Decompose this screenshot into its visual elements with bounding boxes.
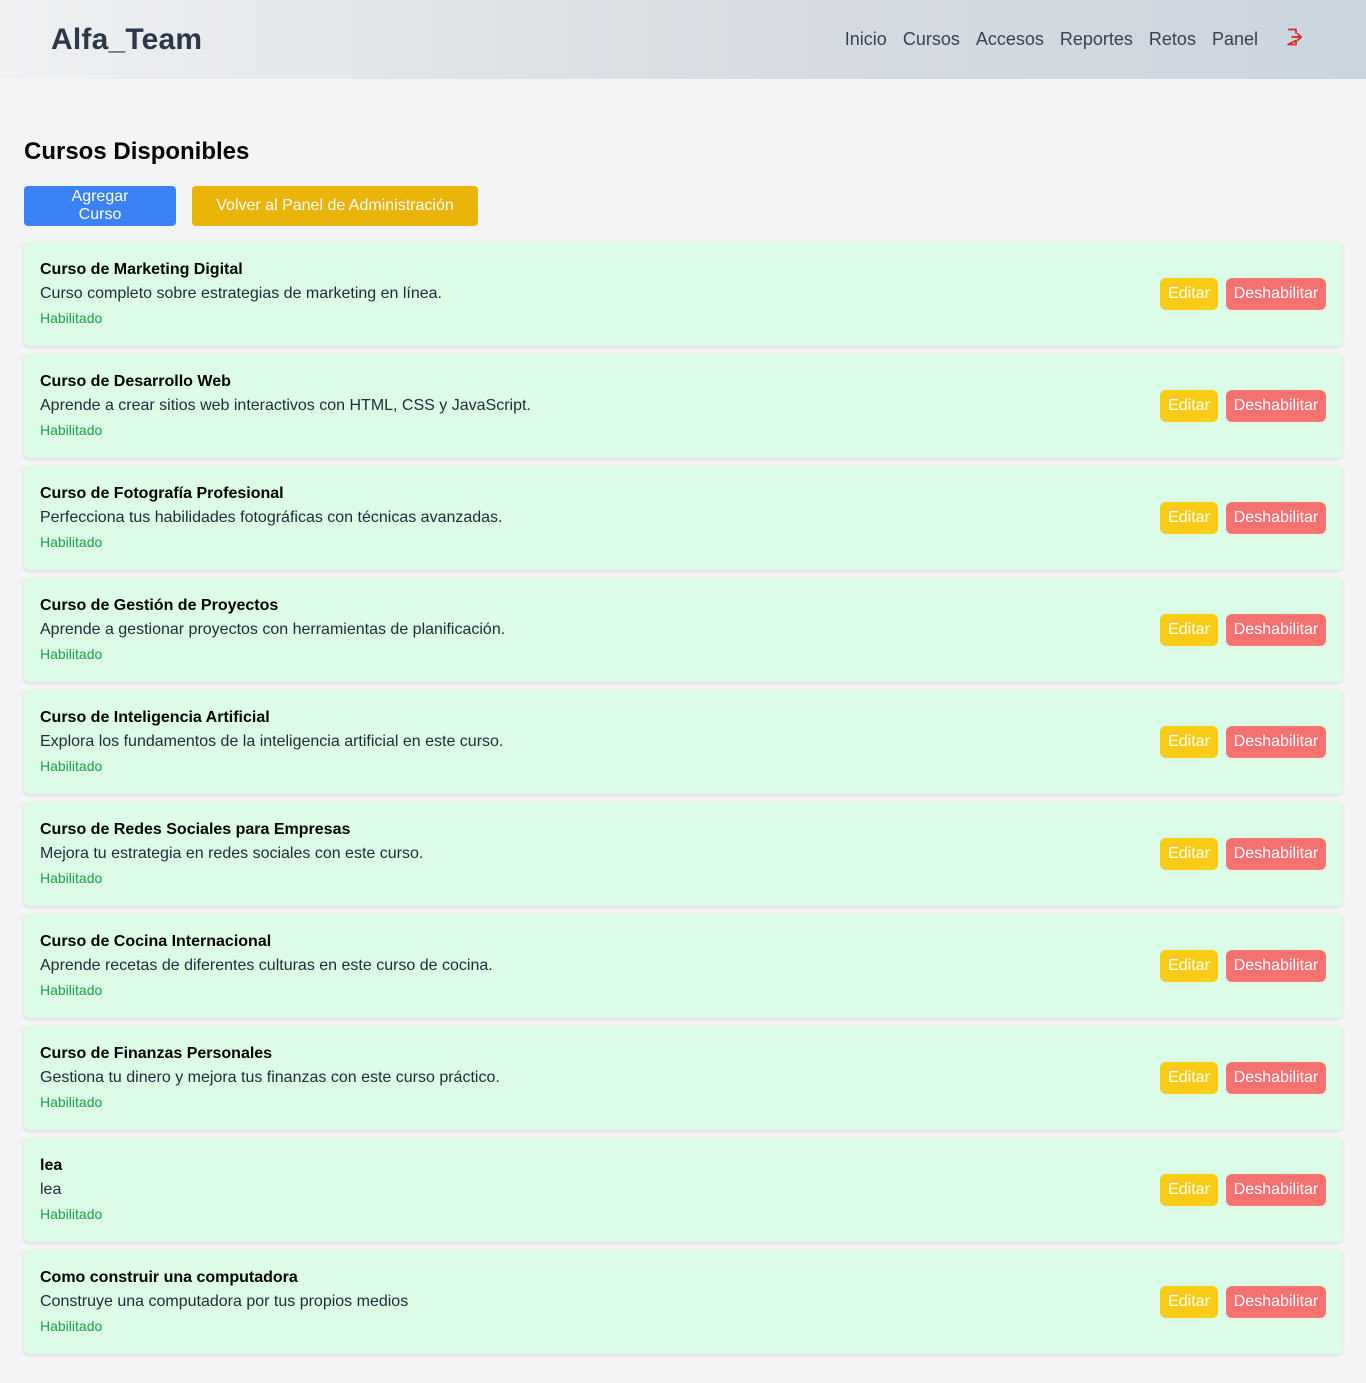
course-list: Curso de Marketing Digital Curso complet… <box>24 242 1342 1362</box>
course-status: Habilitado <box>40 1206 103 1222</box>
disable-course-button[interactable]: Deshabilitar <box>1226 278 1326 310</box>
course-description: Construye una computadora por tus propio… <box>40 1293 409 1310</box>
brand-logo-text[interactable]: Alfa_Team <box>51 23 202 57</box>
course-actions: Editar Deshabilitar <box>1160 390 1326 422</box>
course-actions: Editar Deshabilitar <box>1160 1174 1326 1206</box>
main-nav: Inicio Cursos Accesos Reportes Retos Pan… <box>829 28 1302 50</box>
disable-course-button[interactable]: Deshabilitar <box>1226 1286 1326 1318</box>
course-description: Gestiona tu dinero y mejora tus finanzas… <box>40 1069 500 1086</box>
course-actions: Editar Deshabilitar <box>1160 1286 1326 1318</box>
nav-link-retos[interactable]: Retos <box>1149 29 1196 50</box>
course-actions: Editar Deshabilitar <box>1160 614 1326 646</box>
course-description: Mejora tu estrategia en redes sociales c… <box>40 845 424 862</box>
course-info: Curso de Inteligencia Artificial Explora… <box>40 707 503 777</box>
course-actions: Editar Deshabilitar <box>1160 1062 1326 1094</box>
course-card: Curso de Inteligencia Artificial Explora… <box>24 690 1342 794</box>
back-to-admin-button[interactable]: Volver al Panel de Administración <box>192 186 478 226</box>
course-title: Curso de Fotografía Profesional <box>40 485 284 502</box>
edit-course-button[interactable]: Editar <box>1160 1062 1218 1094</box>
course-actions: Editar Deshabilitar <box>1160 838 1326 870</box>
course-info: Curso de Redes Sociales para Empresas Me… <box>40 819 423 889</box>
edit-course-button[interactable]: Editar <box>1160 390 1218 422</box>
course-actions: Editar Deshabilitar <box>1160 726 1326 758</box>
course-info: Como construir una computadora Construye… <box>40 1267 408 1337</box>
course-title: Curso de Inteligencia Artificial <box>40 709 270 726</box>
course-title: Curso de Redes Sociales para Empresas <box>40 821 351 838</box>
course-description: Aprende a crear sitios web interactivos … <box>40 397 531 414</box>
disable-course-button[interactable]: Deshabilitar <box>1226 1174 1326 1206</box>
disable-course-button[interactable]: Deshabilitar <box>1226 838 1326 870</box>
course-actions: Editar Deshabilitar <box>1160 502 1326 534</box>
logout-icon[interactable] <box>1286 28 1302 46</box>
disable-course-button[interactable]: Deshabilitar <box>1226 950 1326 982</box>
course-card: Curso de Gestión de Proyectos Aprende a … <box>24 578 1342 682</box>
course-title: Curso de Cocina Internacional <box>40 933 272 950</box>
edit-course-button[interactable]: Editar <box>1160 1174 1218 1206</box>
course-title: Curso de Marketing Digital <box>40 261 243 278</box>
course-status: Habilitado <box>40 422 103 438</box>
edit-course-button[interactable]: Editar <box>1160 838 1218 870</box>
course-card: Curso de Marketing Digital Curso complet… <box>24 242 1342 346</box>
course-card: Curso de Cocina Internacional Aprende re… <box>24 914 1342 1018</box>
course-info: Curso de Cocina Internacional Aprende re… <box>40 931 493 1001</box>
course-title: Curso de Desarrollo Web <box>40 373 231 390</box>
course-title: Como construir una computadora <box>40 1269 298 1286</box>
course-description: Aprende recetas de diferentes culturas e… <box>40 957 493 974</box>
course-card: Curso de Redes Sociales para Empresas Me… <box>24 802 1342 906</box>
nav-link-reportes[interactable]: Reportes <box>1060 29 1133 50</box>
course-info: Curso de Finanzas Personales Gestiona tu… <box>40 1043 500 1113</box>
disable-course-button[interactable]: Deshabilitar <box>1226 614 1326 646</box>
course-description: Curso completo sobre estrategias de mark… <box>40 285 442 302</box>
course-info: Curso de Marketing Digital Curso complet… <box>40 259 442 329</box>
course-description: lea <box>40 1181 62 1198</box>
course-title: Curso de Gestión de Proyectos <box>40 597 279 614</box>
disable-course-button[interactable]: Deshabilitar <box>1226 726 1326 758</box>
course-description: Aprende a gestionar proyectos con herram… <box>40 621 506 638</box>
edit-course-button[interactable]: Editar <box>1160 614 1218 646</box>
edit-course-button[interactable]: Editar <box>1160 950 1218 982</box>
nav-link-inicio[interactable]: Inicio <box>845 29 887 50</box>
top-navbar: Alfa_Team Inicio Cursos Accesos Reportes… <box>0 0 1366 79</box>
course-card: Curso de Finanzas Personales Gestiona tu… <box>24 1026 1342 1130</box>
course-actions: Editar Deshabilitar <box>1160 278 1326 310</box>
course-status: Habilitado <box>40 534 103 550</box>
course-status: Habilitado <box>40 646 103 662</box>
course-info: Curso de Gestión de Proyectos Aprende a … <box>40 595 505 665</box>
course-info: lea lea Habilitado <box>40 1155 102 1225</box>
add-course-button[interactable]: Agregar Curso <box>24 186 176 226</box>
course-status: Habilitado <box>40 310 103 326</box>
course-status: Habilitado <box>40 758 103 774</box>
nav-link-accesos[interactable]: Accesos <box>976 29 1044 50</box>
course-title: Curso de Finanzas Personales <box>40 1045 273 1062</box>
main-content: Cursos Disponibles Agregar Curso Volver … <box>0 79 1366 1362</box>
course-status: Habilitado <box>40 982 103 998</box>
course-card: Curso de Desarrollo Web Aprende a crear … <box>24 354 1342 458</box>
course-status: Habilitado <box>40 870 103 886</box>
page-actions: Agregar Curso Volver al Panel de Adminis… <box>24 186 1342 226</box>
course-info: Curso de Fotografía Profesional Perfecci… <box>40 483 503 553</box>
edit-course-button[interactable]: Editar <box>1160 502 1218 534</box>
nav-link-cursos[interactable]: Cursos <box>903 29 960 50</box>
course-card: Curso de Fotografía Profesional Perfecci… <box>24 466 1342 570</box>
course-description: Perfecciona tus habilidades fotográficas… <box>40 509 503 526</box>
course-description: Explora los fundamentos de la inteligenc… <box>40 733 504 750</box>
disable-course-button[interactable]: Deshabilitar <box>1226 390 1326 422</box>
page-title: Cursos Disponibles <box>24 138 250 165</box>
course-card: lea lea Habilitado Editar Deshabilitar <box>24 1138 1342 1242</box>
course-card: Como construir una computadora Construye… <box>24 1250 1342 1354</box>
nav-link-panel[interactable]: Panel <box>1212 29 1258 50</box>
disable-course-button[interactable]: Deshabilitar <box>1226 502 1326 534</box>
edit-course-button[interactable]: Editar <box>1160 726 1218 758</box>
edit-course-button[interactable]: Editar <box>1160 278 1218 310</box>
course-status: Habilitado <box>40 1094 103 1110</box>
logout-icon-graphic <box>1287 28 1302 45</box>
course-info: Curso de Desarrollo Web Aprende a crear … <box>40 371 531 441</box>
course-title: lea <box>40 1157 63 1174</box>
course-status: Habilitado <box>40 1318 103 1334</box>
course-actions: Editar Deshabilitar <box>1160 950 1326 982</box>
disable-course-button[interactable]: Deshabilitar <box>1226 1062 1326 1094</box>
edit-course-button[interactable]: Editar <box>1160 1286 1218 1318</box>
